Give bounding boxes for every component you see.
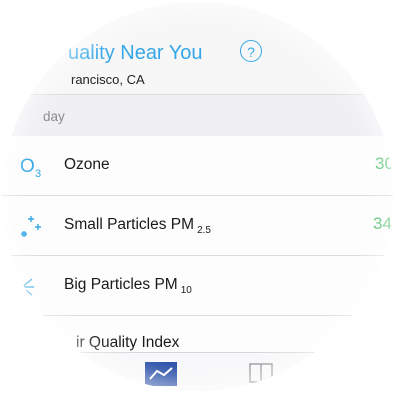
location-label: rancisco, CA (71, 72, 145, 87)
row-label: Big Particles PM 10 (64, 276, 192, 296)
tab-trends[interactable] (144, 361, 178, 391)
row-value: 2 (379, 274, 389, 293)
magnifier-view: uality Near You ? rancisco, CA day O 3 O… (2, 2, 393, 391)
svg-text:3: 3 (35, 168, 41, 179)
list-item-air-quality-index[interactable]: ir Quality Index (2, 316, 393, 356)
small-particles-icon (18, 213, 48, 239)
header: uality Near You ? rancisco, CA (2, 2, 393, 94)
page-title: uality Near You (68, 42, 203, 64)
list-item-ozone[interactable]: O 3 Ozone 30 (2, 136, 393, 196)
trend-chart-icon (145, 362, 177, 386)
tab-learn[interactable] (248, 361, 274, 390)
section-label: day (43, 109, 65, 124)
book-icon (249, 363, 273, 383)
row-label: ir Quality Index (76, 334, 180, 351)
row-value: 34 (373, 214, 392, 233)
list-item-small-particles[interactable]: Small Particles PM 2.5 34 (2, 196, 393, 256)
svg-text:O: O (20, 156, 35, 177)
row-label: Small Particles PM 2.5 (64, 216, 211, 236)
help-button[interactable]: ? (240, 40, 262, 62)
list-item-big-particles[interactable]: Big Particles PM 10 2 (2, 256, 393, 316)
big-particles-icon (18, 273, 48, 299)
tab-bar (2, 352, 393, 391)
ozone-icon: O 3 (18, 153, 48, 180)
section-header-today: day (2, 94, 393, 138)
row-value: 30 (375, 154, 393, 173)
row-label: Ozone (64, 156, 110, 173)
